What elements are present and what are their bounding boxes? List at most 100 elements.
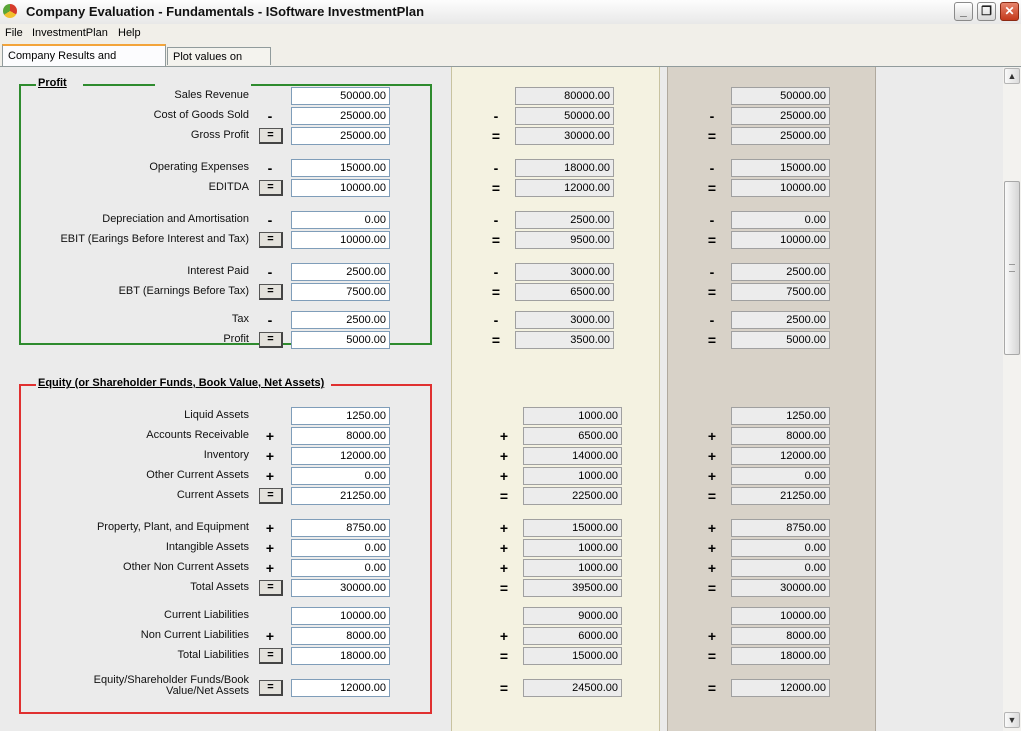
operator-3-accounts-receivable: +: [707, 428, 717, 444]
input-intangible-assets[interactable]: 0.00: [291, 539, 390, 557]
value-3-interest-paid: 2500.00: [731, 263, 830, 281]
equity-group-title: Equity (or Shareholder Funds, Book Value…: [36, 377, 327, 389]
input-tax[interactable]: 2500.00: [291, 311, 390, 329]
operator-2-current-assets: =: [499, 488, 509, 504]
input-current-assets[interactable]: 21250.00: [291, 487, 390, 505]
menu-investmentplan[interactable]: InvestmentPlan: [32, 27, 108, 39]
calc-button-equity-shareholder-funds-book-value-net-assets[interactable]: =: [259, 680, 283, 696]
value-2-inventory: 14000.00: [523, 447, 622, 465]
value-3-ebt-earnings-before-tax: 7500.00: [731, 283, 830, 301]
operator-non-current-liabilities: +: [265, 628, 275, 644]
operator-3-depreciation-and-amortisation: -: [709, 212, 715, 228]
calc-button-total-liabilities[interactable]: =: [259, 648, 283, 664]
row-label-accounts-receivable: Accounts Receivable: [146, 429, 249, 441]
operator-3-editda: =: [707, 180, 717, 196]
operator-2-other-current-assets: +: [499, 468, 509, 484]
input-liquid-assets[interactable]: 1250.00: [291, 407, 390, 425]
input-equity-shareholder-funds-book-value-net-assets[interactable]: 12000.00: [291, 679, 390, 697]
calc-button-ebt-earnings-before-tax[interactable]: =: [259, 284, 283, 300]
calc-button-current-assets[interactable]: =: [259, 488, 283, 504]
row-label-total-assets: Total Assets: [190, 581, 249, 593]
operator-2-tax: -: [493, 312, 499, 328]
value-3-depreciation-and-amortisation: 0.00: [731, 211, 830, 229]
operator-3-cost-of-goods-sold: -: [709, 108, 715, 124]
scroll-down-button[interactable]: ▼: [1004, 712, 1020, 728]
input-inventory[interactable]: 12000.00: [291, 447, 390, 465]
value-3-total-assets: 30000.00: [731, 579, 830, 597]
input-gross-profit[interactable]: 25000.00: [291, 127, 390, 145]
row-label-property-plant-and-equipment: Property, Plant, and Equipment: [96, 521, 249, 533]
operator-3-current-assets: =: [707, 488, 717, 504]
calc-button-ebit-earings-before-interest-and-tax[interactable]: =: [259, 232, 283, 248]
input-total-liabilities[interactable]: 18000.00: [291, 647, 390, 665]
tab-company-results[interactable]: Company Results and Measures: [2, 44, 166, 82]
results-panel: Profit Equity (or Shareholder Funds, Boo…: [0, 67, 1003, 731]
menu-help[interactable]: Help: [118, 27, 141, 39]
calc-button-gross-profit[interactable]: =: [259, 128, 283, 144]
value-3-total-liabilities: 18000.00: [731, 647, 830, 665]
operator-depreciation-and-amortisation: -: [267, 212, 273, 228]
value-2-total-liabilities: 15000.00: [523, 647, 622, 665]
input-other-non-current-assets[interactable]: 0.00: [291, 559, 390, 577]
input-operating-expenses[interactable]: 15000.00: [291, 159, 390, 177]
input-other-current-assets[interactable]: 0.00: [291, 467, 390, 485]
value-2-tax: 3000.00: [515, 311, 614, 329]
row-label-intangible-assets: Intangible Assets: [165, 541, 249, 553]
operator-2-non-current-liabilities: +: [499, 628, 509, 644]
value-2-ebit-earings-before-interest-and-tax: 9500.00: [515, 231, 614, 249]
operator-3-other-non-current-assets: +: [707, 560, 717, 576]
input-non-current-liabilities[interactable]: 8000.00: [291, 627, 390, 645]
row-label-gross-profit: Gross Profit: [190, 129, 249, 141]
row-label-ebit-earings-before-interest-and-tax: EBIT (Earings Before Interest and Tax): [60, 233, 249, 245]
operator-3-interest-paid: -: [709, 264, 715, 280]
operator-3-intangible-assets: +: [707, 540, 717, 556]
window-title: Company Evaluation - Fundamentals - ISof…: [26, 4, 425, 19]
vertical-scrollbar[interactable]: ▲ ▼: [1003, 67, 1021, 731]
close-button[interactable]: ✕: [1000, 2, 1019, 21]
row-label-sales-revenue: Sales Revenue: [174, 89, 249, 101]
input-current-liabilities[interactable]: 10000.00: [291, 607, 390, 625]
input-ebt-earnings-before-tax[interactable]: 7500.00: [291, 283, 390, 301]
input-property-plant-and-equipment[interactable]: 8750.00: [291, 519, 390, 537]
menu-file[interactable]: File: [5, 27, 23, 39]
operator-2-ebit-earings-before-interest-and-tax: =: [491, 232, 501, 248]
input-editda[interactable]: 10000.00: [291, 179, 390, 197]
operator-interest-paid: -: [267, 264, 273, 280]
value-3-current-assets: 21250.00: [731, 487, 830, 505]
restore-button[interactable]: ❐: [977, 2, 996, 21]
value-2-accounts-receivable: 6500.00: [523, 427, 622, 445]
input-cost-of-goods-sold[interactable]: 25000.00: [291, 107, 390, 125]
value-3-profit: 5000.00: [731, 331, 830, 349]
operator-3-inventory: +: [707, 448, 717, 464]
operator-3-total-liabilities: =: [707, 648, 717, 664]
input-accounts-receivable[interactable]: 8000.00: [291, 427, 390, 445]
menu-bar: File InvestmentPlan Help: [0, 24, 1021, 44]
input-interest-paid[interactable]: 2500.00: [291, 263, 390, 281]
calc-button-editda[interactable]: =: [259, 180, 283, 196]
row-label-non-current-liabilities: Non Current Liabilities: [140, 629, 249, 641]
input-depreciation-and-amortisation[interactable]: 0.00: [291, 211, 390, 229]
title-bar: Company Evaluation - Fundamentals - ISof…: [0, 0, 1021, 25]
value-2-equity-shareholder-funds-book-value-net-assets: 24500.00: [523, 679, 622, 697]
calc-button-total-assets[interactable]: =: [259, 580, 283, 596]
row-label-total-liabilities: Total Liabilities: [177, 649, 249, 661]
scroll-up-button[interactable]: ▲: [1004, 68, 1020, 84]
tab-plot-values[interactable]: Plot values on Chart: [167, 47, 271, 81]
operator-2-operating-expenses: -: [493, 160, 499, 176]
operator-2-gross-profit: =: [491, 128, 501, 144]
scroll-thumb[interactable]: [1004, 181, 1020, 355]
minimize-button[interactable]: _: [954, 2, 973, 21]
input-total-assets[interactable]: 30000.00: [291, 579, 390, 597]
row-label-cost-of-goods-sold: Cost of Goods Sold: [153, 109, 249, 121]
operator-3-ebit-earings-before-interest-and-tax: =: [707, 232, 717, 248]
calc-button-profit[interactable]: =: [259, 332, 283, 348]
operator-inventory: +: [265, 448, 275, 464]
row-label-depreciation-and-amortisation: Depreciation and Amortisation: [102, 213, 249, 225]
value-3-operating-expenses: 15000.00: [731, 159, 830, 177]
input-ebit-earings-before-interest-and-tax[interactable]: 10000.00: [291, 231, 390, 249]
row-label-editda: EDITDA: [208, 181, 249, 193]
input-profit[interactable]: 5000.00: [291, 331, 390, 349]
value-3-intangible-assets: 0.00: [731, 539, 830, 557]
input-sales-revenue[interactable]: 50000.00: [291, 87, 390, 105]
operator-3-other-current-assets: +: [707, 468, 717, 484]
